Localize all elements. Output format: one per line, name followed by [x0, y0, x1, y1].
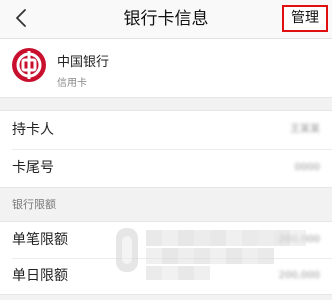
daily-limit-label: 单日限额 — [12, 268, 68, 284]
card-type: 信用卡 — [57, 78, 87, 89]
card-info-list: 持卡人 王某某 卡尾号 0000 — [0, 110, 332, 188]
card-tail-label: 卡尾号 — [12, 160, 54, 176]
bank-limits-list: 单笔限额 200,000 单日限额 200,000 — [0, 221, 332, 295]
bank-name: 中国银行 — [57, 55, 110, 70]
top-navbar: 银行卡信息 管理 — [0, 0, 332, 39]
bank-card-header: 中国银行 信用卡 — [0, 39, 332, 98]
daily-limit-value: 200,000 — [278, 270, 320, 281]
list-item-card-tail: 卡尾号 0000 — [0, 149, 332, 187]
bank-of-china-logo-icon — [12, 48, 46, 82]
cardholder-value: 王某某 — [290, 124, 320, 135]
single-limit-value: 200,000 — [278, 234, 320, 245]
section-label-bank-limits: 银行限额 — [12, 198, 56, 211]
list-item-single-limit: 单笔限额 200,000 — [0, 222, 332, 258]
card-tail-value: 0000 — [294, 162, 320, 173]
manage-button[interactable]: 管理 — [282, 5, 328, 32]
single-limit-label: 单笔限额 — [12, 232, 68, 248]
list-item-cardholder: 持卡人 王某某 — [0, 111, 332, 149]
cardholder-label: 持卡人 — [12, 122, 54, 138]
list-item-daily-limit: 单日限额 200,000 — [0, 258, 332, 294]
